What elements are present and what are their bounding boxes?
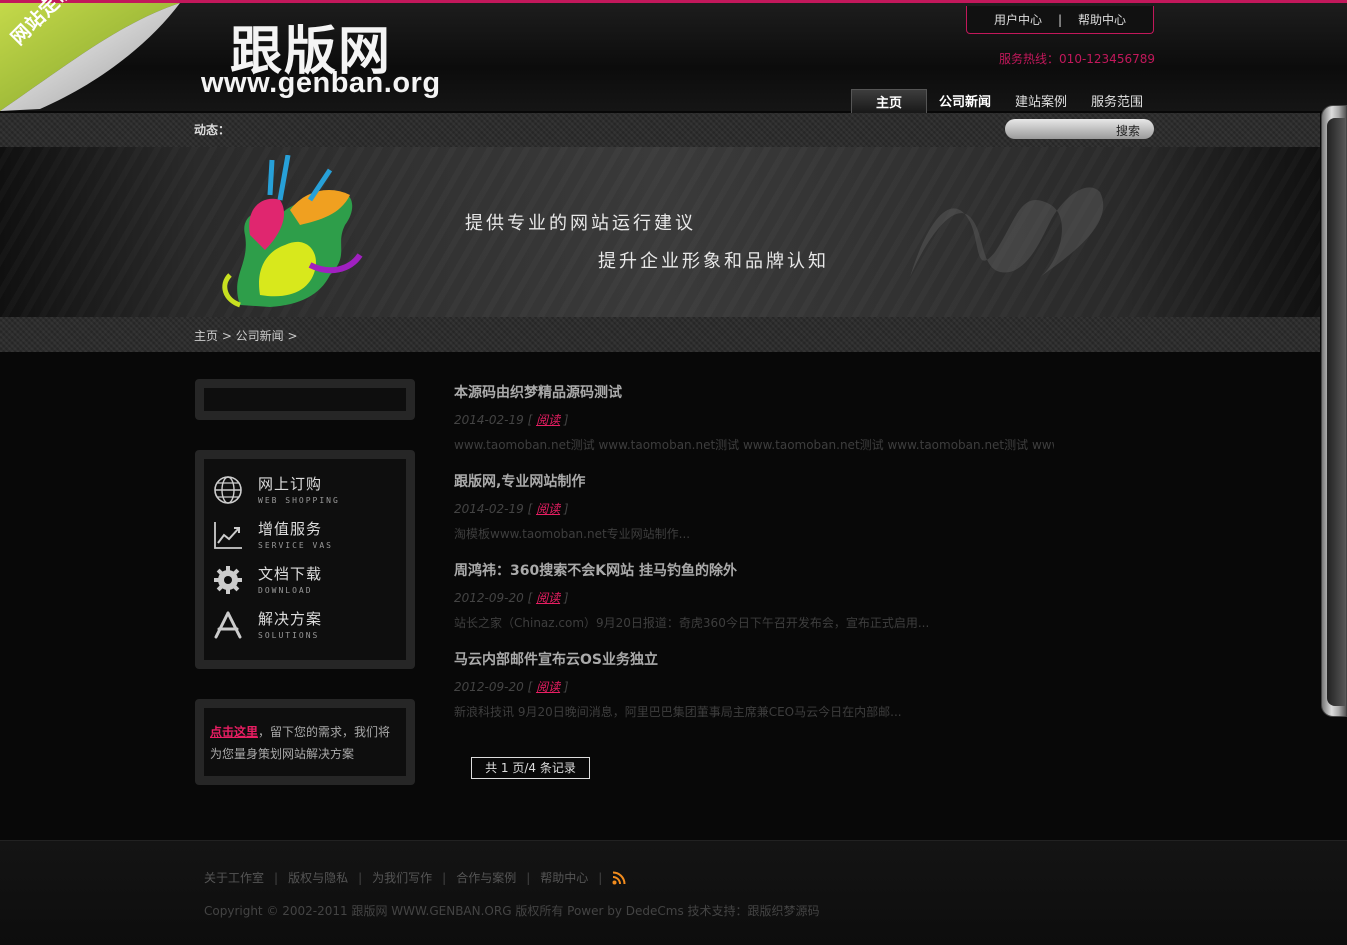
- app-store-icon: [214, 611, 242, 639]
- ticker-label: 动态：: [194, 123, 231, 137]
- service-subtitle: SOLUTIONS: [258, 631, 320, 640]
- article-date: 2012-09-20: [454, 591, 524, 605]
- article-summary: 新浪科技讯 9月20日晚间消息，阿里巴巴集团董事局主席兼CEO马云今日在内部邮.…: [454, 705, 902, 719]
- service-title: 网上订购: [258, 475, 323, 493]
- article-summary: www.taomoban.net测试 www.taomoban.net测试 ww…: [454, 438, 1054, 452]
- service-subtitle: SERVICE VAS: [258, 541, 333, 550]
- user-links-box: 用户中心 | 帮助中心: [966, 6, 1154, 34]
- globe-icon: [214, 476, 242, 504]
- service-hotline: 服务热线：010-123456789: [999, 52, 1155, 66]
- footer: 关于工作室 | 版权与隐私 | 为我们写作 | 合作与案例 | 帮助中心 | Copyri…: [0, 840, 1347, 945]
- footer-separator: |: [358, 870, 363, 885]
- article-summary: 淘模板www.taomoban.net专业网站制作...: [454, 527, 691, 541]
- chart-icon: [214, 522, 242, 549]
- article-item: 本源码由织梦精品源码测试 2014-02-19 [ 阅读 ] www.taomo…: [454, 382, 1054, 453]
- pagination-info: 共 1 页/4 条记录: [471, 757, 590, 779]
- read-link[interactable]: 阅读: [536, 680, 560, 694]
- article-date: 2014-02-19: [454, 413, 524, 427]
- services-box: 网上订购 WEB SHOPPING 增值服务 SERVICE VAS 文档下载 …: [195, 450, 415, 669]
- article-item: 马云内部邮件宣布云OS业务独立 2012-09-20 [ 阅读 ] 新浪科技讯 …: [454, 649, 1054, 720]
- article-date: 2014-02-19: [454, 502, 524, 516]
- search-button[interactable]: 搜索: [1116, 122, 1140, 139]
- footer-separator: |: [442, 870, 447, 885]
- paint-splash-graphic: [222, 155, 363, 308]
- copyright: Copyright © 2002-2011 跟版网 WWW.GENBAN.ORG…: [204, 904, 820, 918]
- footer-links: 关于工作室 | 版权与隐私 | 为我们写作 | 合作与案例 | 帮助中心 |: [204, 869, 626, 886]
- phone-edge-decoration: [1321, 105, 1347, 717]
- read-link[interactable]: 阅读: [536, 591, 560, 605]
- service-subtitle: WEB SHOPPING: [258, 496, 340, 505]
- article-title[interactable]: 跟版网,专业网站制作: [454, 471, 1054, 491]
- help-center-link[interactable]: 帮助中心: [1078, 11, 1126, 28]
- article-title[interactable]: 本源码由织梦精品源码测试: [454, 382, 1054, 402]
- article-title[interactable]: 马云内部邮件宣布云OS业务独立: [454, 649, 1054, 669]
- nav-item-home[interactable]: 主页: [851, 89, 927, 116]
- footer-separator: |: [526, 870, 531, 885]
- breadcrumb[interactable]: 主页 > 公司新闻 >: [194, 327, 298, 344]
- search-input[interactable]: 搜索: [1005, 119, 1154, 139]
- service-item-download[interactable]: 文档下载 DOWNLOAD: [212, 559, 402, 601]
- article-date: 2012-09-20: [454, 680, 524, 694]
- service-title: 解决方案: [258, 610, 323, 628]
- article-meta: 2014-02-19 [ 阅读 ]: [454, 502, 569, 516]
- banner: 提供专业的网站运行建议 提升企业形象和品牌认知: [0, 147, 1320, 317]
- service-title: 文档下载: [258, 565, 323, 583]
- article-item: 周鸿祎：360搜索不会K网站 挂马钓鱼的除外 2012-09-20 [ 阅读 ]…: [454, 560, 1054, 631]
- service-item-vas[interactable]: 增值服务 SERVICE VAS: [212, 514, 402, 556]
- article-meta: 2012-09-20 [ 阅读 ]: [454, 680, 569, 694]
- banner-slogan-2: 提升企业形象和品牌认知: [598, 251, 829, 272]
- rss-icon[interactable]: [612, 871, 626, 885]
- article-meta: 2012-09-20 [ 阅读 ]: [454, 591, 569, 605]
- main-nav: 主页 公司新闻 建站案例 服务范围: [851, 89, 1155, 116]
- footer-separator: |: [598, 870, 603, 885]
- footer-link-copyright[interactable]: 版权与隐私: [288, 869, 348, 886]
- contact-link[interactable]: 点击这里: [210, 725, 258, 739]
- nav-item-cases[interactable]: 建站案例: [1003, 89, 1079, 116]
- read-link[interactable]: 阅读: [536, 502, 560, 516]
- article-meta: 2014-02-19 [ 阅读 ]: [454, 413, 569, 427]
- user-center-link[interactable]: 用户中心: [994, 11, 1042, 28]
- footer-link-write[interactable]: 为我们写作: [372, 869, 432, 886]
- footer-link-about[interactable]: 关于工作室: [204, 869, 264, 886]
- phone-screen-edge: [1327, 118, 1345, 706]
- service-item-shopping[interactable]: 网上订购 WEB SHOPPING: [212, 469, 402, 511]
- article-title[interactable]: 周鸿祎：360搜索不会K网站 挂马钓鱼的除外: [454, 560, 1054, 580]
- gear-icon: [214, 566, 242, 594]
- contact-box: 点击这里，留下您的需求，我们将为您量身策划网站解决方案: [195, 699, 415, 785]
- sidebar-empty-box: [195, 379, 415, 420]
- article-item: 跟版网,专业网站制作 2014-02-19 [ 阅读 ] 淘模板www.taom…: [454, 471, 1054, 542]
- read-link[interactable]: 阅读: [536, 413, 560, 427]
- service-item-solutions[interactable]: 解决方案 SOLUTIONS: [212, 604, 402, 646]
- nav-item-news[interactable]: 公司新闻: [927, 89, 1003, 116]
- contact-text: 点击这里，留下您的需求，我们将为您量身策划网站解决方案: [210, 721, 400, 765]
- footer-link-cases[interactable]: 合作与案例: [456, 869, 516, 886]
- service-subtitle: DOWNLOAD: [258, 586, 313, 595]
- top-links-separator: |: [1057, 12, 1063, 27]
- banner-slogan-1: 提供专业的网站运行建议: [465, 213, 696, 234]
- logo-url[interactable]: www.genban.org: [201, 67, 441, 100]
- article-summary: 站长之家（Chinaz.com）9月20日报道：奇虎360今日下午召开发布会，宣…: [454, 616, 930, 630]
- nav-item-services[interactable]: 服务范围: [1079, 89, 1155, 116]
- header: 网站定制 跟版网 www.genban.org 用户中心 | 帮助中心 服务热线…: [0, 0, 1347, 116]
- swoosh-logo-graphic: [910, 187, 1104, 277]
- footer-separator: |: [274, 870, 279, 885]
- service-title: 增值服务: [258, 520, 323, 538]
- footer-link-help[interactable]: 帮助中心: [540, 869, 588, 886]
